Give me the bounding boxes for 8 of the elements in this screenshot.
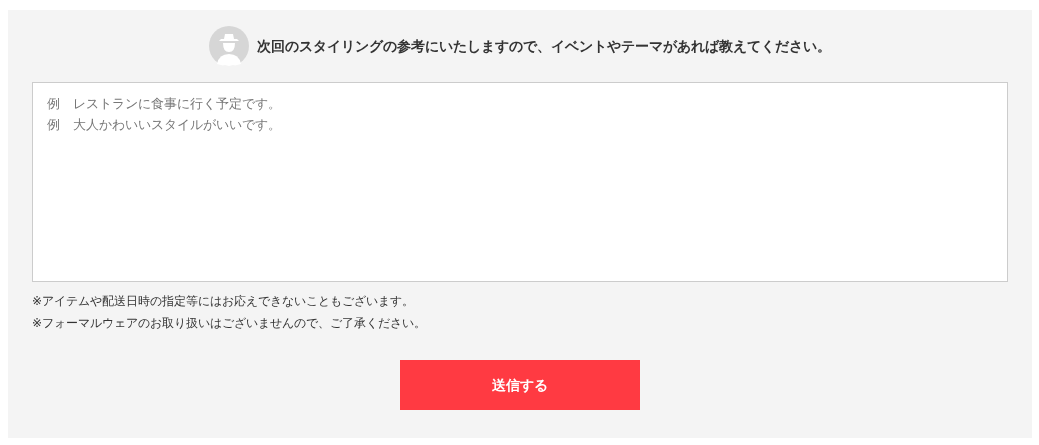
request-field[interactable] bbox=[32, 82, 1008, 282]
note-text: ※アイテムや配送日時の指定等にはお応えできないこともございます。 bbox=[32, 293, 416, 310]
submit-button[interactable]: 送信する bbox=[400, 360, 640, 410]
placeholder-text: 例 レストランに食事に行く予定です。 bbox=[47, 95, 281, 113]
avatar-icon bbox=[209, 26, 249, 66]
placeholder-text: 例 大人かわいいスタイルがいいです。 bbox=[47, 115, 281, 134]
heading: 次回のスタイリングの参考にいたしますので、イベントやテーマがあれば教えてください。 bbox=[257, 36, 831, 56]
note-text: ※フォーマルウェアのお取り扱いはございませんので、ご了承ください。 bbox=[32, 315, 428, 332]
